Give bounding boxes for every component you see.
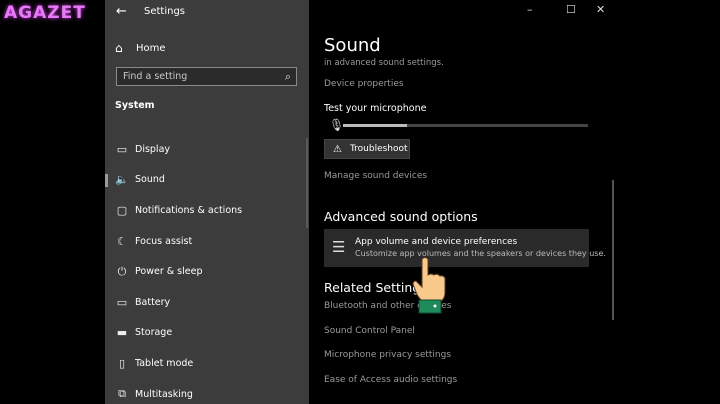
app-volume-description: Customize app volumes and the speakers o…: [355, 249, 606, 258]
sidebar-item-tablet-mode[interactable]: ▯ Tablet mode: [105, 348, 309, 379]
settings-window: ← Settings ⌂ Home ⌕ System ▭ Display 🔈 S…: [105, 0, 616, 404]
power-icon: ⏻: [117, 264, 127, 278]
microphone-level-bar: [343, 124, 588, 127]
search-icon[interactable]: ⌕: [285, 70, 291, 84]
multitasking-icon: ⧉: [118, 387, 126, 401]
pointing-hand-icon: [412, 257, 446, 314]
sidebar-item-battery[interactable]: ▭ Battery: [105, 287, 309, 318]
home-label: Home: [136, 42, 166, 54]
main-content: – ☐ ✕ Sound in advanced sound settings. …: [309, 0, 616, 404]
related-link-sound-control-panel[interactable]: Sound Control Panel: [324, 326, 415, 336]
sidebar-item-label: Sound: [135, 174, 165, 186]
sidebar-item-label: Focus assist: [135, 235, 193, 247]
sidebar-item-focus-assist[interactable]: ☾ Focus assist: [105, 226, 309, 257]
sidebar-item-power-sleep[interactable]: ⏻ Power & sleep: [105, 256, 309, 287]
content-scrollbar[interactable]: [612, 180, 614, 320]
related-link-ease-of-access-audio[interactable]: Ease of Access audio settings: [324, 375, 457, 385]
troubleshoot-button[interactable]: ⚠ Troubleshoot: [324, 139, 410, 159]
sidebar-item-label: Tablet mode: [135, 357, 194, 369]
search-box[interactable]: ⌕: [116, 67, 297, 86]
manage-sound-devices-link[interactable]: Manage sound devices: [324, 171, 427, 181]
app-volume-title: App volume and device preferences: [355, 237, 518, 247]
page-title: Sound: [324, 35, 381, 56]
watermark-logo: AGAZET: [4, 3, 86, 23]
sidebar-item-label: Multitasking: [135, 388, 193, 400]
microphone-icon: 🎙: [329, 118, 345, 132]
display-icon: ▭: [116, 142, 128, 156]
minimize-button[interactable]: –: [527, 3, 533, 16]
titlebar: ← Settings: [105, 0, 309, 24]
sidebar-item-sound[interactable]: 🔈 Sound: [105, 165, 309, 196]
tablet-icon: ▯: [118, 356, 126, 370]
home-link[interactable]: ⌂ Home: [115, 40, 166, 56]
microphone-level-fill: [343, 124, 407, 127]
sliders-icon: ☰: [332, 238, 346, 256]
section-label: System: [115, 100, 155, 111]
window-title: Settings: [144, 6, 186, 17]
nav-list: ▭ Display 🔈 Sound ▢ Notifications & acti…: [105, 134, 309, 404]
speaker-icon: 🔈: [115, 173, 129, 187]
device-properties-link[interactable]: Device properties: [324, 79, 404, 89]
notification-icon: ▢: [116, 203, 128, 217]
troubleshoot-label: Troubleshoot: [349, 144, 408, 154]
faded-text: in advanced sound settings.: [324, 58, 444, 68]
maximize-button[interactable]: ☐: [566, 3, 576, 16]
sidebar-item-label: Notifications & actions: [135, 204, 243, 216]
sidebar-item-notifications[interactable]: ▢ Notifications & actions: [105, 195, 309, 226]
related-link-microphone-privacy[interactable]: Microphone privacy settings: [324, 350, 451, 360]
sidebar-item-label: Battery: [135, 296, 171, 308]
storage-icon: ▬: [116, 326, 128, 340]
sidebar: ← Settings ⌂ Home ⌕ System ▭ Display 🔈 S…: [105, 0, 309, 404]
sidebar-item-label: Power & sleep: [135, 266, 203, 278]
sidebar-item-storage[interactable]: ▬ Storage: [105, 318, 309, 349]
sidebar-item-multitasking[interactable]: ⧉ Multitasking: [105, 379, 309, 404]
battery-icon: ▭: [116, 295, 128, 309]
app-volume-card[interactable]: ☰ App volume and device preferences Cust…: [324, 229, 606, 267]
sidebar-scrollbar[interactable]: [306, 138, 308, 228]
test-microphone-label: Test your microphone: [324, 103, 427, 114]
search-input[interactable]: [117, 68, 283, 85]
sidebar-item-label: Display: [135, 143, 171, 155]
moon-icon: ☾: [117, 234, 127, 248]
sidebar-item-display[interactable]: ▭ Display: [105, 134, 309, 165]
sidebar-item-label: Storage: [135, 327, 173, 339]
close-button[interactable]: ✕: [596, 3, 605, 16]
home-icon: ⌂: [115, 41, 123, 55]
back-arrow-icon[interactable]: ←: [116, 4, 127, 19]
warning-icon: ⚠: [333, 143, 342, 155]
advanced-heading: Advanced sound options: [324, 209, 478, 224]
